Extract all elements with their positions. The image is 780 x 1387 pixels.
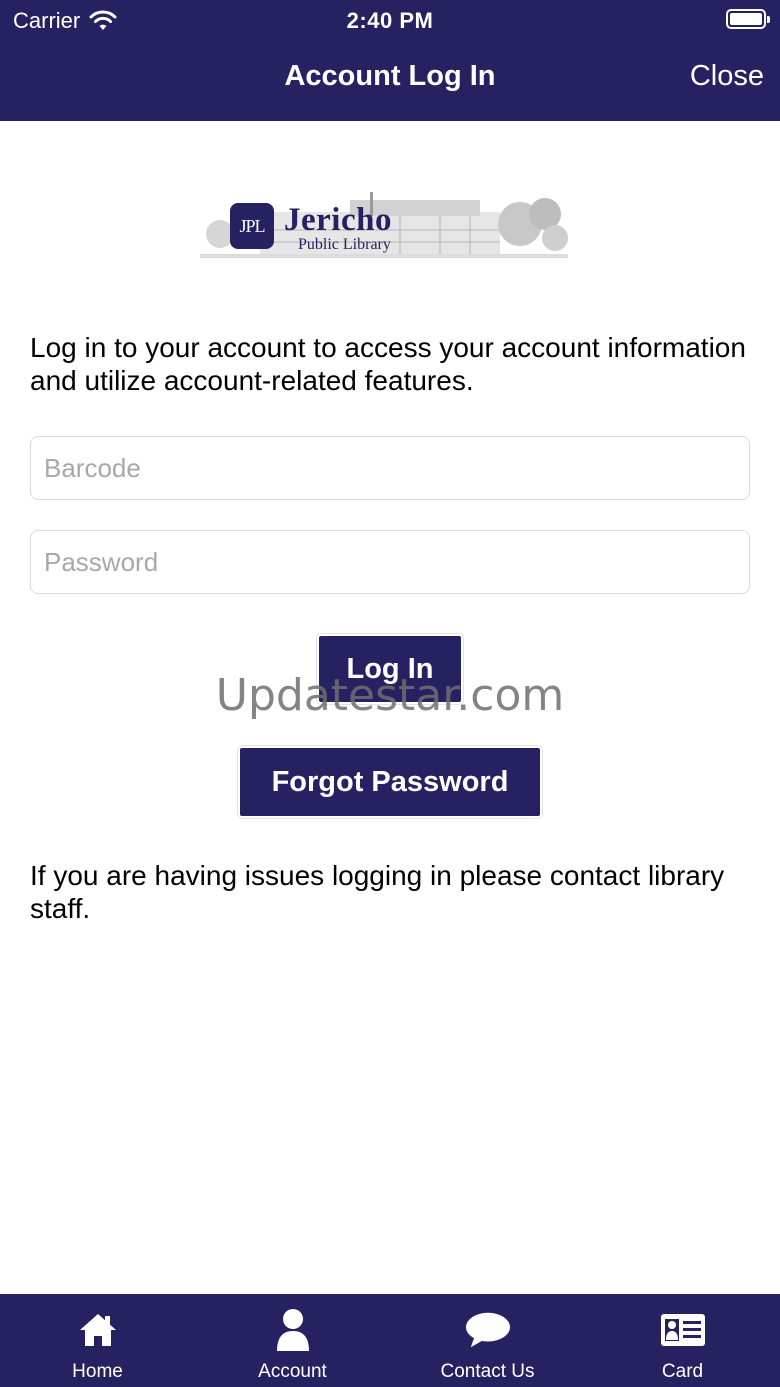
id-card-icon (660, 1308, 706, 1352)
password-field[interactable] (30, 530, 750, 594)
status-time: 2:40 PM (346, 8, 434, 33)
top-bar: Carrier 2:40 PM Account Log In Close (0, 0, 780, 121)
tab-contact-us-label: Contact Us (440, 1361, 535, 1382)
barcode-field[interactable] (30, 436, 750, 500)
tab-account-label: Account (258, 1361, 327, 1382)
library-logo: JPL Jericho Public Library (200, 190, 568, 262)
forgot-password-button[interactable]: Forgot Password (238, 746, 542, 818)
tab-card-label: Card (661, 1361, 704, 1382)
login-button[interactable]: Log In (317, 634, 463, 704)
person-icon (270, 1308, 316, 1352)
tab-home[interactable]: Home (0, 1294, 195, 1387)
password-input[interactable] (31, 531, 749, 593)
battery-icon (726, 9, 770, 29)
tab-card[interactable]: Card (585, 1294, 780, 1387)
library-subtitle: Public Library (298, 236, 391, 253)
help-text: If you are having issues logging in plea… (30, 860, 725, 924)
tab-bar: Home Account Contact Us Card (0, 1294, 780, 1387)
status-bar: Carrier 2:40 PM (0, 0, 780, 40)
intro-text: Log in to your account to access your ac… (30, 332, 746, 396)
tab-contact-us[interactable]: Contact Us (390, 1294, 585, 1387)
jpl-logo-mark: JPL (230, 203, 274, 249)
tab-account[interactable]: Account (195, 1294, 390, 1387)
barcode-input[interactable] (31, 437, 749, 499)
close-button[interactable]: Close (690, 60, 764, 93)
library-name: Jericho (284, 202, 392, 238)
chat-bubble-icon (465, 1308, 511, 1352)
page-title: Account Log In (284, 60, 496, 92)
tab-home-label: Home (72, 1361, 123, 1382)
home-icon (75, 1308, 121, 1352)
